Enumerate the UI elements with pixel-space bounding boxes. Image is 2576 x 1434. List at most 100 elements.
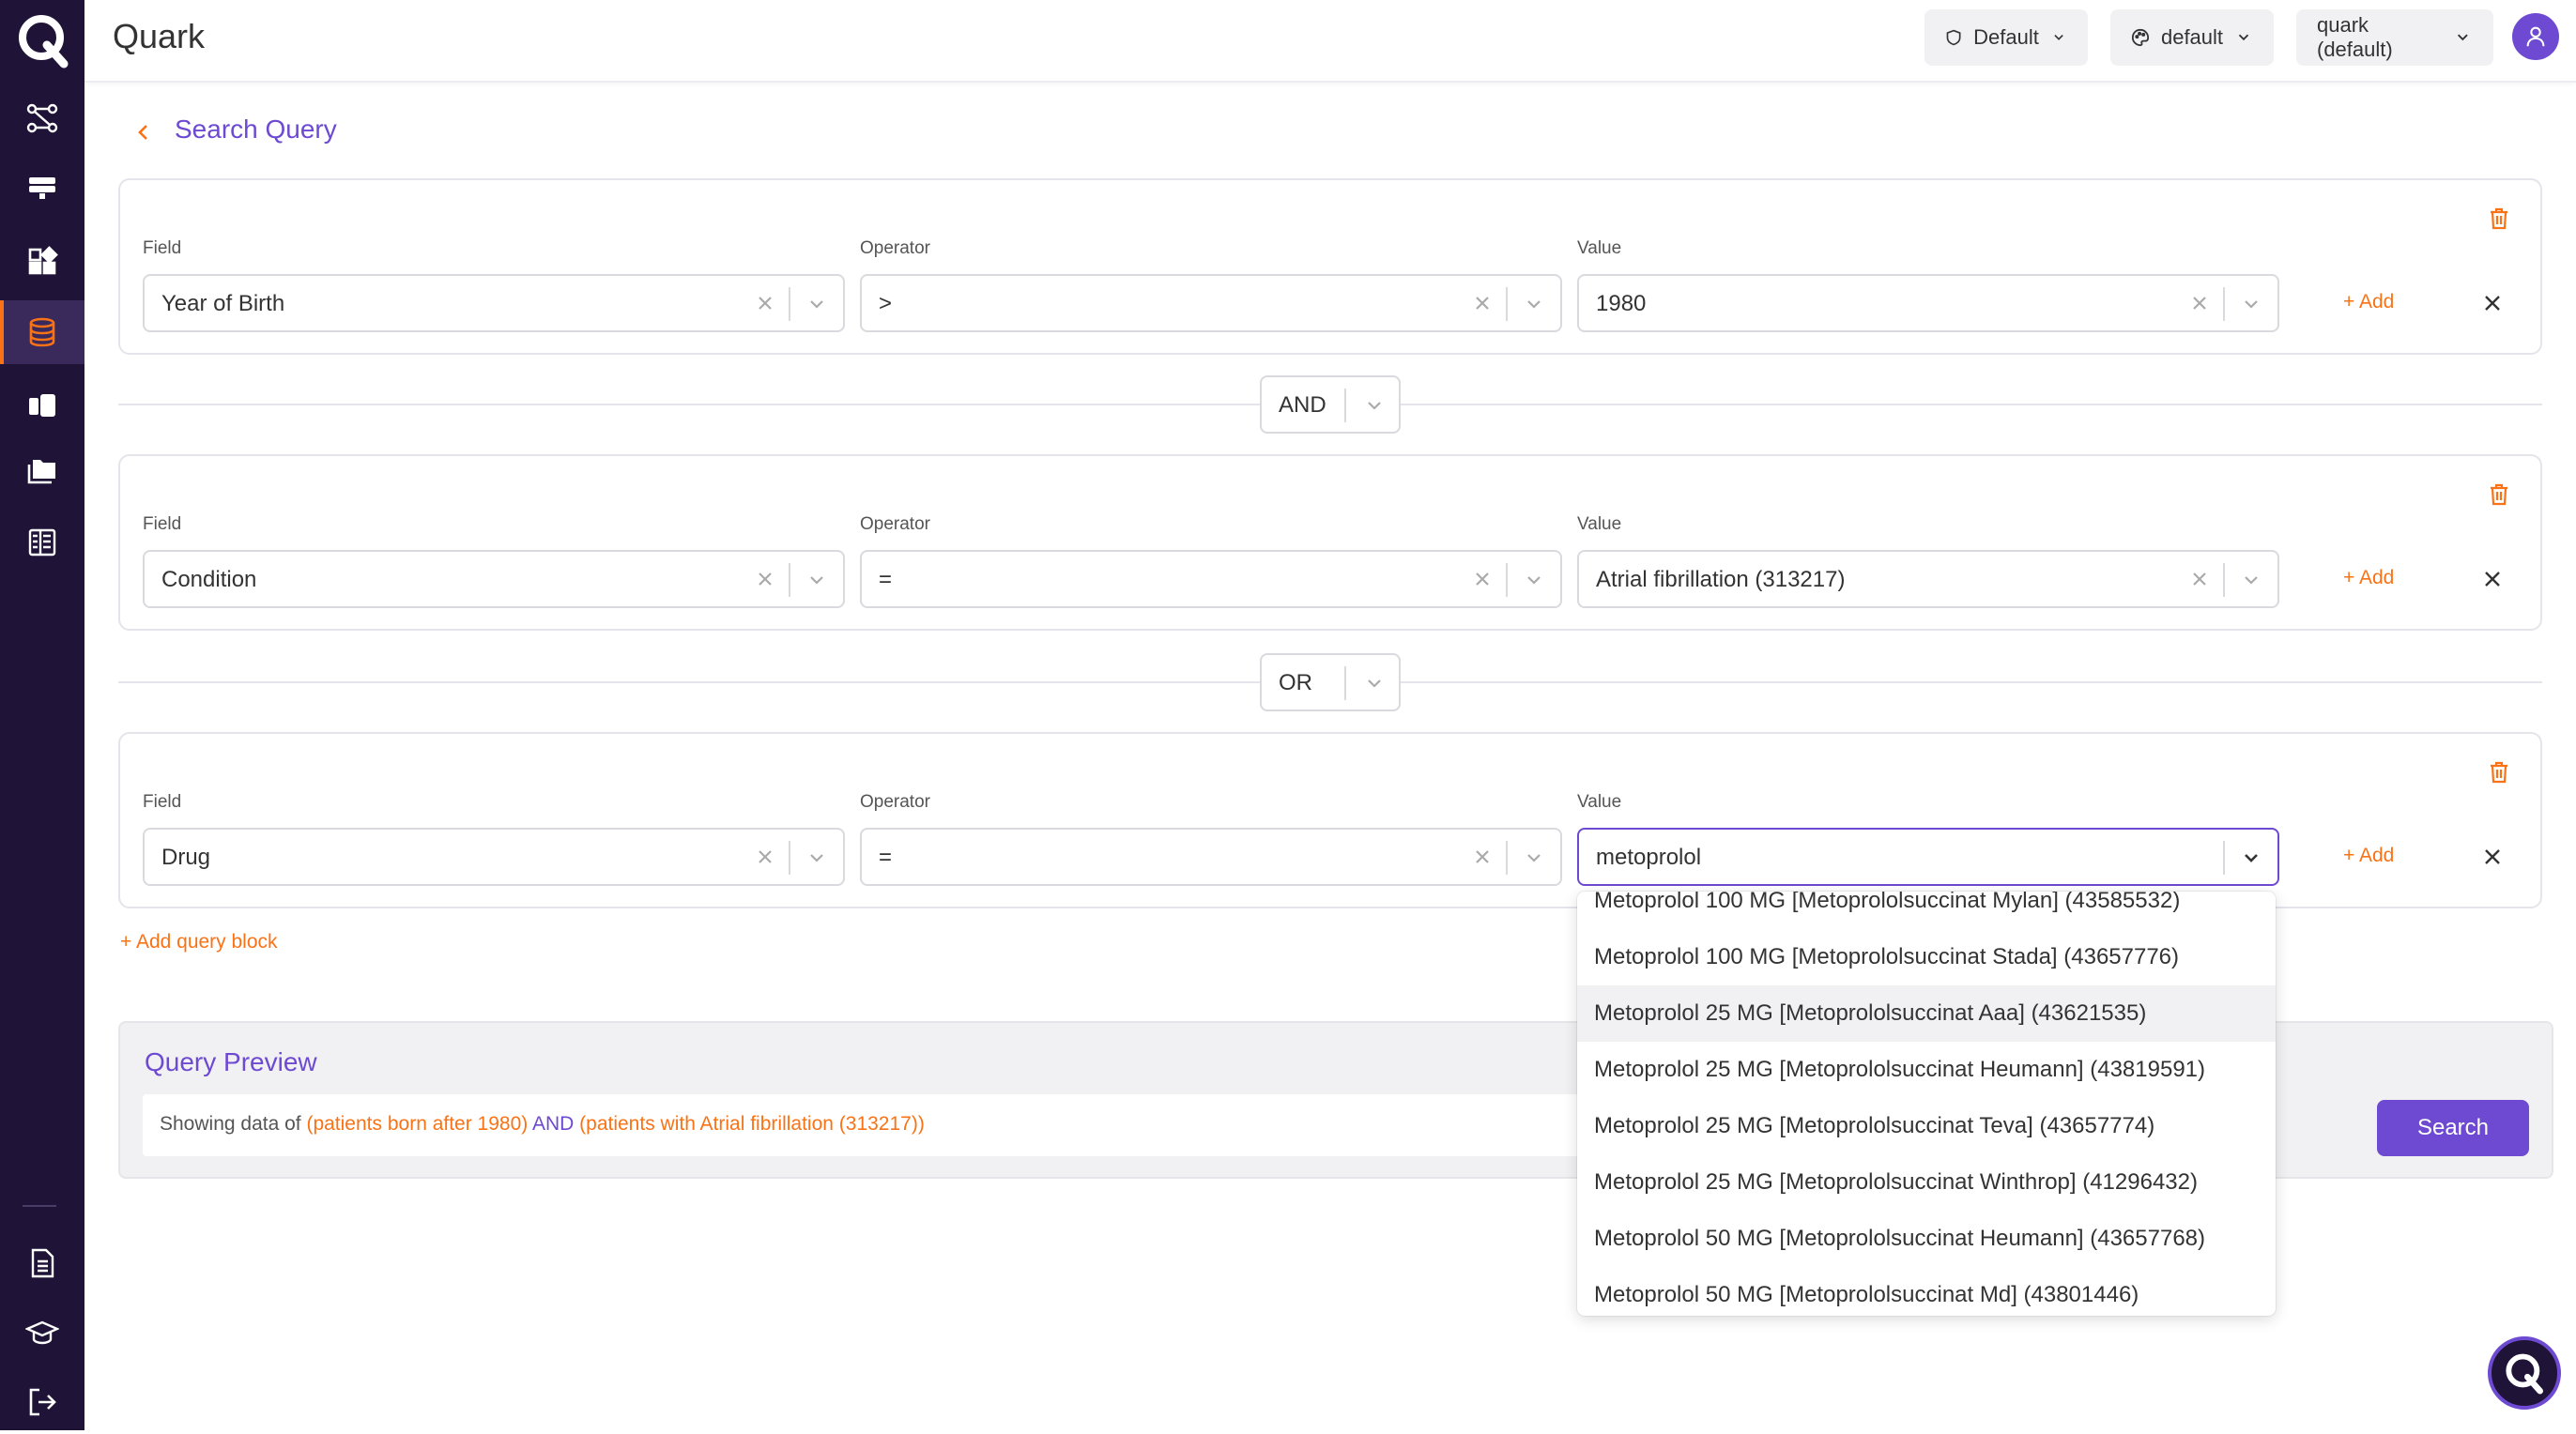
close-icon[interactable] xyxy=(2482,847,2503,867)
dropdown-option[interactable]: Metoprolol 100 MG [Metoprololsuccinat St… xyxy=(1577,929,2276,985)
operator-select[interactable]: > xyxy=(860,274,1562,332)
chevron-down-icon[interactable] xyxy=(1363,394,1386,417)
help-chat-button[interactable] xyxy=(2488,1336,2561,1410)
document-icon xyxy=(31,1248,54,1278)
query-block: Field Operator Value Year of Birth > 198… xyxy=(118,178,2542,355)
clear-icon[interactable] xyxy=(755,847,775,867)
select-separator xyxy=(1506,563,1508,597)
sidebar-item-widgets[interactable] xyxy=(0,229,84,293)
connector-value: AND xyxy=(1279,392,1326,418)
value-select[interactable]: 1980 xyxy=(1577,274,2279,332)
trash-icon[interactable] xyxy=(2488,760,2510,785)
field-label: Field xyxy=(143,792,182,812)
query-preview-text: Showing data of (patients born after 198… xyxy=(160,1113,925,1136)
dropdown-option-highlighted[interactable]: Metoprolol 25 MG [Metoprololsuccinat Aaa… xyxy=(1577,985,2276,1042)
select-separator xyxy=(1506,287,1508,321)
user-icon xyxy=(2526,26,2545,47)
chevron-down-icon[interactable] xyxy=(805,847,828,869)
select-separator xyxy=(789,563,790,597)
select-separator xyxy=(789,287,790,321)
sidebar xyxy=(0,0,84,1430)
clear-icon[interactable] xyxy=(755,569,775,589)
query-block: Field Operator Value Condition = Atrial … xyxy=(118,454,2542,631)
chevron-down-icon[interactable] xyxy=(805,569,828,591)
chevron-down-icon[interactable] xyxy=(1523,569,1545,591)
sidebar-item-notebook[interactable] xyxy=(0,374,84,437)
sidebar-item-server[interactable] xyxy=(0,156,84,220)
operator-select[interactable]: = xyxy=(860,550,1562,608)
sidebar-item-workflow[interactable] xyxy=(0,86,84,150)
value-label: Value xyxy=(1577,238,1622,258)
query-block: Field Operator Value Drug = metoprolol +… xyxy=(118,732,2542,908)
dropdown-option[interactable]: Metoprolol 50 MG [Metoprololsuccinat Heu… xyxy=(1577,1211,2276,1267)
chevron-down-icon[interactable] xyxy=(1523,293,1545,315)
theme-dropdown[interactable]: default xyxy=(2110,9,2274,66)
field-label: Field xyxy=(143,514,182,534)
field-select[interactable]: Condition xyxy=(143,550,845,608)
operator-label: Operator xyxy=(860,238,930,258)
sidebar-item-documentation[interactable] xyxy=(0,1231,84,1295)
select-separator xyxy=(1506,841,1508,875)
trash-icon[interactable] xyxy=(2488,482,2510,507)
chevron-down-icon xyxy=(2238,34,2249,41)
add-condition-button[interactable]: + Add xyxy=(2343,845,2394,867)
clear-icon[interactable] xyxy=(1472,293,1493,313)
workspace-dropdown-label: quark (default) xyxy=(2317,13,2393,61)
field-select-value: Drug xyxy=(161,845,211,870)
search-button[interactable]: Search xyxy=(2377,1100,2529,1156)
connector-select[interactable]: OR xyxy=(1260,653,1401,711)
dropdown-option[interactable]: Metoprolol 25 MG [Metoprololsuccinat Tev… xyxy=(1577,1098,2276,1154)
connector-select[interactable]: AND xyxy=(1260,375,1401,434)
chevron-down-icon[interactable] xyxy=(805,293,828,315)
dropdown-option[interactable]: Metoprolol 100 MG [Metoprololsuccinat My… xyxy=(1577,892,2276,929)
operator-label: Operator xyxy=(860,514,930,534)
field-select[interactable]: Drug xyxy=(143,828,845,886)
select-separator xyxy=(789,841,790,875)
field-select[interactable]: Year of Birth xyxy=(143,274,845,332)
chevron-down-icon[interactable] xyxy=(2240,847,2262,869)
chevron-down-icon[interactable] xyxy=(1523,847,1545,869)
avatar[interactable] xyxy=(2512,13,2559,60)
quark-logo-icon[interactable] xyxy=(15,11,71,69)
logout-icon xyxy=(29,1388,56,1416)
value-search-input[interactable]: metoprolol xyxy=(1577,828,2279,886)
chevron-down-icon[interactable] xyxy=(1363,672,1386,694)
operator-label: Operator xyxy=(860,792,930,812)
operator-select-value: = xyxy=(879,567,893,592)
preview-clause: patients born after 1980 xyxy=(313,1113,522,1135)
clear-icon[interactable] xyxy=(1472,847,1493,867)
role-dropdown[interactable]: Default xyxy=(1924,9,2088,66)
dropdown-option[interactable]: Metoprolol 25 MG [Metoprololsuccinat Heu… xyxy=(1577,1042,2276,1098)
sidebar-item-database[interactable] xyxy=(0,300,84,364)
operator-select[interactable]: = xyxy=(860,828,1562,886)
value-search-text: metoprolol xyxy=(1596,845,1702,870)
chevron-down-icon[interactable] xyxy=(2240,293,2262,315)
role-dropdown-label: Default xyxy=(1973,25,2039,49)
add-query-block-button[interactable]: + Add query block xyxy=(120,931,278,953)
trash-icon[interactable] xyxy=(2488,206,2510,231)
graduation-cap-icon xyxy=(25,1320,59,1345)
clear-icon[interactable] xyxy=(2189,293,2210,313)
dropdown-option[interactable]: Metoprolol 25 MG [Metoprololsuccinat Win… xyxy=(1577,1154,2276,1211)
clear-icon[interactable] xyxy=(2189,569,2210,589)
value-label: Value xyxy=(1577,792,1622,812)
folders-icon xyxy=(27,460,55,484)
preview-operator: AND xyxy=(528,1113,580,1135)
dropdown-option[interactable]: Metoprolol 50 MG [Metoprololsuccinat Md]… xyxy=(1577,1267,2276,1316)
chevron-left-icon[interactable] xyxy=(131,118,154,146)
chevron-down-icon xyxy=(2054,34,2063,40)
sidebar-item-learn[interactable] xyxy=(0,1301,84,1365)
workspace-dropdown[interactable]: quark (default) xyxy=(2296,9,2493,66)
close-icon[interactable] xyxy=(2482,293,2503,313)
add-condition-button[interactable]: + Add xyxy=(2343,291,2394,313)
value-select[interactable]: Atrial fibrillation (313217) xyxy=(1577,550,2279,608)
clear-icon[interactable] xyxy=(755,293,775,313)
add-condition-button[interactable]: + Add xyxy=(2343,567,2394,589)
close-icon[interactable] xyxy=(2482,569,2503,589)
book-icon xyxy=(29,394,55,417)
clear-icon[interactable] xyxy=(1472,569,1493,589)
sidebar-item-table[interactable] xyxy=(0,511,84,574)
sidebar-item-logout[interactable] xyxy=(0,1370,84,1434)
sidebar-item-folders[interactable] xyxy=(0,439,84,503)
chevron-down-icon[interactable] xyxy=(2240,569,2262,591)
